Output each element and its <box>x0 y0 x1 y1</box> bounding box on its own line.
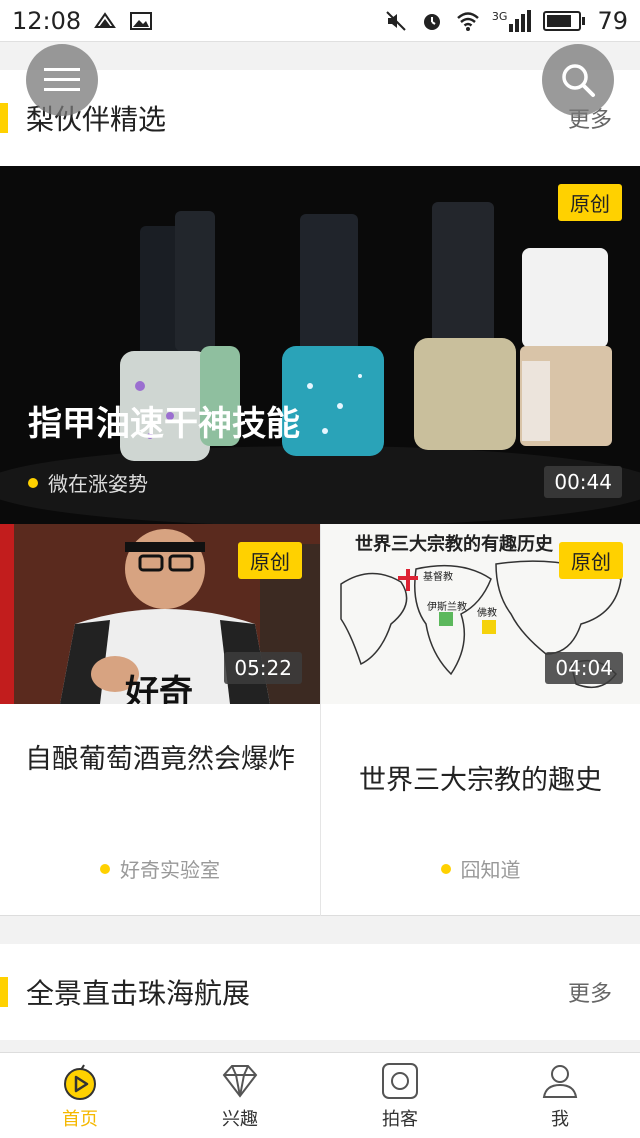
section-title: 全景直击珠海航展 <box>26 977 251 1010</box>
section-accent-bar <box>0 977 8 1007</box>
original-badge: 原创 <box>238 542 302 579</box>
thumb-heading: 世界三大宗教的有趣历史 <box>355 534 553 555</box>
status-right: 3G 79 <box>384 7 628 35</box>
battery-level: 79 <box>597 6 628 35</box>
thumb-label-christianity: 基督教 <box>423 572 453 583</box>
search-icon <box>562 64 595 97</box>
video-thumbnail: 世界三大宗教的有趣历史 基督教 伊斯兰教 佛教 原创 04:04 <box>321 524 640 704</box>
video-card[interactable]: 世界三大宗教的有趣历史 基督教 伊斯兰教 佛教 原创 04:04 世界三大宗教的… <box>320 524 640 916</box>
video-grid: 好奇 原创 05:22 自酿葡萄酒竟然会爆炸 好奇实验室 世界三大宗教的有趣历史… <box>0 524 640 916</box>
image-icon <box>130 11 153 30</box>
nav-home[interactable]: 首页 <box>0 1053 160 1138</box>
mute-icon <box>386 10 406 31</box>
author-dot <box>28 477 38 488</box>
person-icon <box>542 1064 578 1098</box>
nav-label: 兴趣 <box>222 1108 258 1130</box>
battery-icon <box>543 10 586 31</box>
status-time: 12:08 <box>12 6 82 35</box>
original-badge: 原创 <box>559 542 623 579</box>
signal-icon: 3G <box>491 9 532 32</box>
section-accent-bar <box>0 103 8 133</box>
nav-interest[interactable]: 兴趣 <box>160 1053 320 1138</box>
feature-video-card[interactable]: 原创 指甲油速干神技能 微在涨姿势 00:44 <box>0 166 640 524</box>
nav-shoot[interactable]: 拍客 <box>320 1053 480 1138</box>
wifi-icon <box>457 11 479 31</box>
bottom-nav: 首页 兴趣 拍客 我 <box>0 1052 640 1138</box>
home-play-icon <box>64 1064 96 1100</box>
notification-app-icon <box>94 11 117 28</box>
card-author[interactable]: 好奇实验室 <box>0 854 320 883</box>
thumb-label-buddhism: 佛教 <box>477 608 497 619</box>
video-duration: 00:44 <box>544 466 622 498</box>
nav-me[interactable]: 我 <box>480 1053 640 1138</box>
hamburger-icon <box>44 68 80 91</box>
author-name: 微在涨姿势 <box>48 472 148 496</box>
card-author[interactable]: 囧知道 <box>321 854 640 883</box>
thumb-label-islam: 伊斯兰教 <box>427 602 467 613</box>
author-name: 囧知道 <box>460 858 521 882</box>
original-badge: 原创 <box>558 184 622 221</box>
video-card[interactable]: 好奇 原创 05:22 自酿葡萄酒竟然会爆炸 好奇实验室 <box>0 524 320 916</box>
card-title[interactable]: 世界三大宗教的趣史 <box>341 760 620 802</box>
video-duration: 05:22 <box>224 652 302 684</box>
feature-author[interactable]: 微在涨姿势 <box>28 468 148 497</box>
network-type: 3G <box>491 9 508 23</box>
card-title[interactable]: 自酿葡萄酒竟然会爆炸 <box>20 739 300 781</box>
video-duration: 04:04 <box>545 652 623 684</box>
author-name: 好奇实验室 <box>120 858 220 882</box>
alarm-icon <box>423 13 440 30</box>
section-header-airshow: 全景直击珠海航展 更多 <box>0 944 640 1040</box>
author-dot <box>100 863 110 874</box>
nav-label: 拍客 <box>382 1108 418 1130</box>
more-link[interactable]: 更多 <box>568 976 612 1008</box>
svg-text:好奇: 好奇 <box>124 673 193 704</box>
nav-label: 我 <box>551 1108 569 1130</box>
status-left: 12:08 <box>12 7 153 35</box>
nav-label: 首页 <box>62 1108 98 1130</box>
app-page: 12:08 3G 79 梨伙伴精选 更多 原创 指甲油速干神技能 微在涨姿势 0… <box>0 0 640 1138</box>
camera-icon <box>382 1062 418 1099</box>
video-thumbnail: 好奇 原创 05:22 <box>0 524 320 704</box>
diamond-icon <box>222 1064 258 1098</box>
menu-button[interactable] <box>26 44 98 116</box>
feature-title[interactable]: 指甲油速干神技能 <box>28 396 300 445</box>
author-dot <box>440 863 451 874</box>
status-bar: 12:08 3G 79 <box>0 0 640 42</box>
search-button[interactable] <box>542 44 614 116</box>
